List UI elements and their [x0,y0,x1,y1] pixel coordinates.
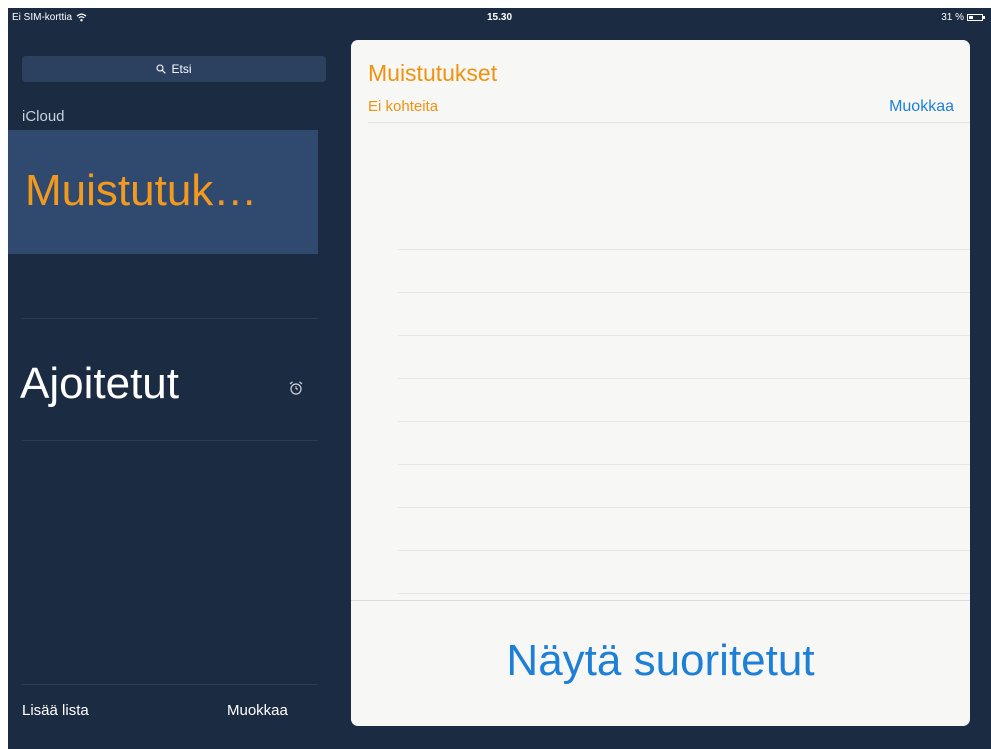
empty-reminder-row[interactable] [398,507,970,508]
show-completed-button[interactable]: Näytä suoritetut [351,636,970,686]
account-header: iCloud [22,108,65,125]
empty-reminder-row[interactable] [398,421,970,422]
edit-lists-button[interactable]: Muokkaa [227,702,288,719]
status-bar: Ei SIM-korttia 15.30 31 % [8,8,991,28]
empty-reminder-row[interactable] [398,292,970,293]
empty-reminder-row[interactable] [398,249,970,250]
battery-percent: 31 % [941,12,964,23]
edit-button[interactable]: Muokkaa [889,98,954,116]
list-item-label: Muistutuk… [25,166,258,215]
search-placeholder: Etsi [171,62,192,76]
reminders-detail-card: Muistutukset Ei kohteita Muokkaa Näytä s… [351,40,970,726]
list-status: Ei kohteita [368,98,439,115]
battery-status: 31 % [941,12,985,23]
list-item-scheduled[interactable]: Ajoitetut [8,319,318,439]
empty-reminder-row[interactable] [398,550,970,551]
empty-reminder-row[interactable] [398,335,970,336]
alarm-clock-icon [289,381,303,395]
battery-icon [967,14,985,21]
divider [22,440,318,441]
empty-reminder-row[interactable] [398,378,970,379]
list-item-label: Ajoitetut [20,359,179,408]
empty-reminder-row[interactable] [398,464,970,465]
empty-reminder-row[interactable] [398,593,970,594]
divider [22,684,318,685]
list-item-reminders[interactable]: Muistutuk… [8,130,318,254]
list-title: Muistutukset [368,60,498,86]
ipad-screen: Ei SIM-korttia 15.30 31 % Etsi iCloud Mu… [8,8,991,749]
search-icon [156,64,167,74]
search-field[interactable]: Etsi [22,56,326,82]
header-divider [368,122,970,123]
add-list-button[interactable]: Lisää lista [22,702,89,719]
footer-divider [351,600,970,601]
status-time: 15.30 [486,12,513,23]
